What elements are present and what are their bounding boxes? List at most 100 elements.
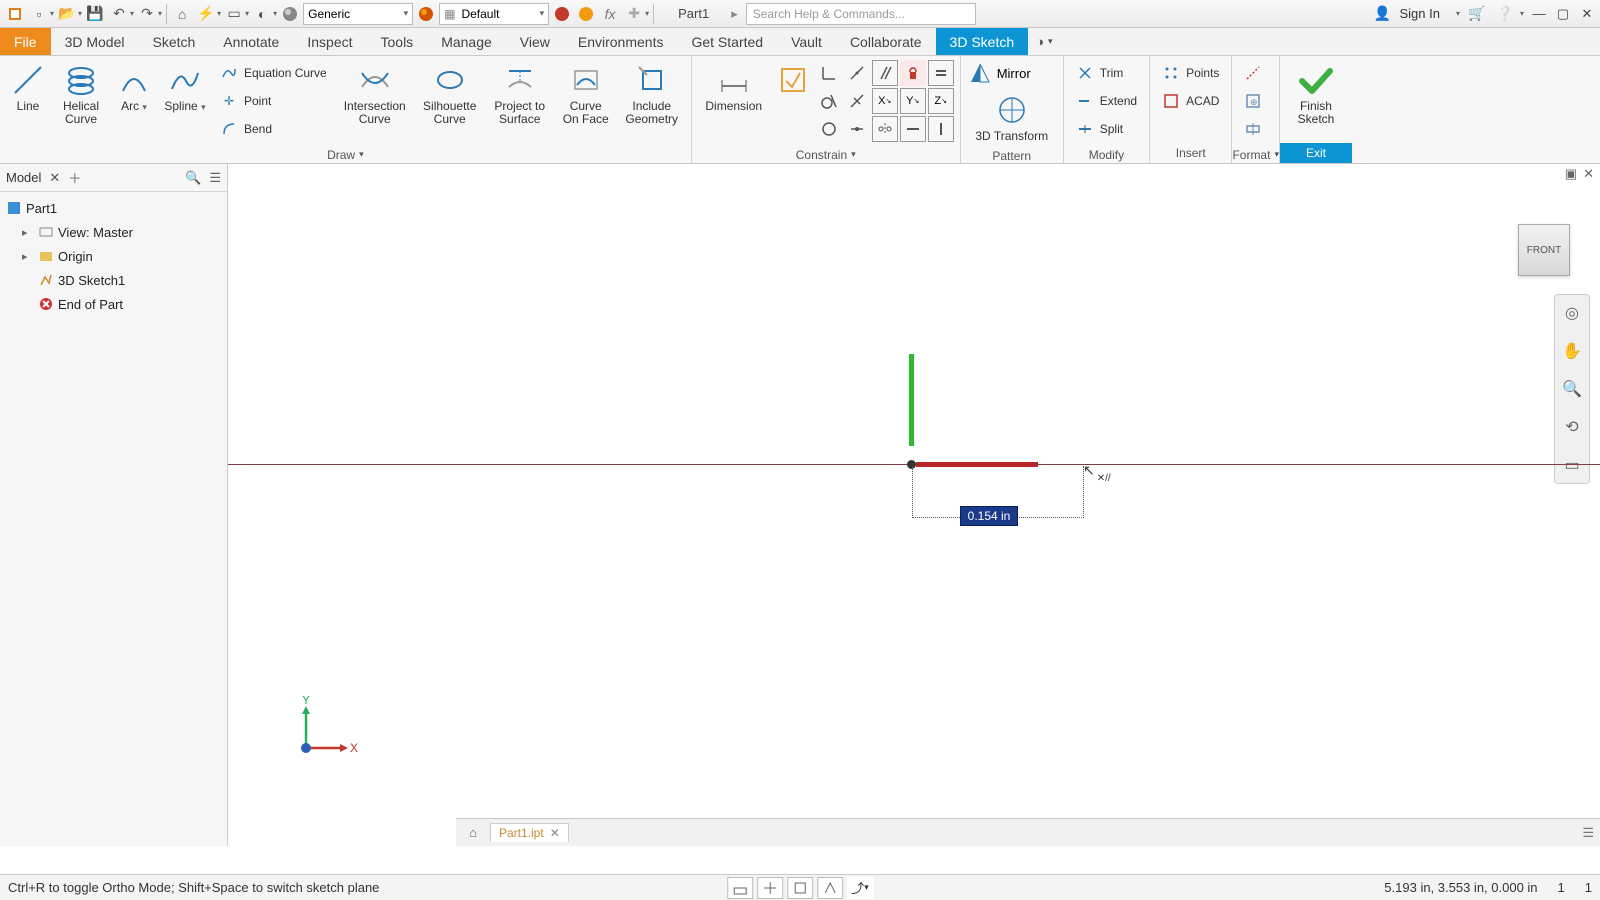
format-show-button[interactable] xyxy=(1238,116,1268,142)
tab-sketch[interactable]: Sketch xyxy=(138,28,209,55)
color-icon[interactable] xyxy=(551,3,573,25)
select-icon[interactable]: ▭ xyxy=(223,3,245,25)
ribbon-options-icon[interactable]: ◑ ▾ xyxy=(1036,28,1052,55)
tab-3dsketch[interactable]: 3D Sketch xyxy=(936,28,1029,55)
open-icon[interactable]: 📂 xyxy=(56,3,78,25)
perpendicular-icon[interactable] xyxy=(844,88,870,114)
curveface-button[interactable]: Curve On Face xyxy=(557,60,615,128)
helical-button[interactable]: Helical Curve xyxy=(54,60,108,128)
snap-toggle-5[interactable]: ⤴ ▾ xyxy=(847,877,873,899)
new-icon[interactable]: ▫ xyxy=(28,3,50,25)
vertical-icon[interactable] xyxy=(928,116,954,142)
tree-endofpart[interactable]: End of Part xyxy=(2,292,225,316)
update-icon[interactable]: ⚡ xyxy=(195,3,217,25)
undo-icon[interactable]: ↶ xyxy=(108,3,130,25)
construction-button[interactable] xyxy=(1238,60,1268,86)
nav-wheel-icon[interactable]: ◎ xyxy=(1560,301,1584,325)
centerline-button[interactable]: ⊕ xyxy=(1238,88,1268,114)
cart-icon[interactable]: 🛒 xyxy=(1466,3,1488,25)
snap-toggle-4[interactable] xyxy=(817,877,843,899)
close-window-icon[interactable]: ✕ xyxy=(1578,5,1596,23)
dimension-input[interactable]: 0.154 in xyxy=(960,506,1018,526)
save-icon[interactable]: 💾 xyxy=(84,3,106,25)
concentric-icon[interactable] xyxy=(844,116,870,142)
symmetric-icon[interactable] xyxy=(872,116,898,142)
tab-manage[interactable]: Manage xyxy=(427,28,506,55)
redo-icon[interactable]: ↷ xyxy=(136,3,158,25)
plus-icon[interactable]: ✚ xyxy=(623,3,645,25)
nav-orbit-icon[interactable]: ⟲ xyxy=(1560,415,1584,439)
tab-file[interactable]: File xyxy=(0,28,51,55)
smooth-icon[interactable] xyxy=(816,116,842,142)
tab-getstarted[interactable]: Get Started xyxy=(677,28,777,55)
doctab-menu-icon[interactable]: ☰ xyxy=(1582,825,1594,841)
nav-zoom-icon[interactable]: 🔍 xyxy=(1560,377,1584,401)
tree-root[interactable]: Part1 xyxy=(2,196,225,220)
silhouette-button[interactable]: Silhouette Curve xyxy=(417,60,483,128)
browser-add-icon[interactable]: ＋ xyxy=(68,168,81,187)
point-button[interactable]: ✛Point xyxy=(214,88,333,114)
tab-environments[interactable]: Environments xyxy=(564,28,678,55)
signin-link[interactable]: Sign In xyxy=(1399,6,1439,21)
onz-icon[interactable]: Z↘ xyxy=(928,88,954,114)
browser-search-icon[interactable]: 🔍 xyxy=(185,170,201,186)
tab-3dmodel[interactable]: 3D Model xyxy=(51,28,139,55)
help-icon[interactable]: ❔ xyxy=(1494,3,1516,25)
home-icon[interactable]: ⌂ xyxy=(171,3,193,25)
ony-icon[interactable]: Y↘ xyxy=(900,88,926,114)
equation-curve-button[interactable]: Equation Curve xyxy=(214,60,333,86)
collinear-icon[interactable] xyxy=(844,60,870,86)
appearance-icon[interactable] xyxy=(415,3,437,25)
viewcube[interactable]: FRONT xyxy=(1518,224,1570,276)
horizontal-icon[interactable] xyxy=(900,116,926,142)
tab-vault[interactable]: Vault xyxy=(777,28,836,55)
equal-icon[interactable] xyxy=(928,60,954,86)
tree-origin[interactable]: ▸Origin xyxy=(2,244,225,268)
tab-view[interactable]: View xyxy=(506,28,564,55)
dimension-button[interactable]: Dimension xyxy=(698,60,770,115)
snap-toggle-3[interactable] xyxy=(787,877,813,899)
tangent-icon[interactable] xyxy=(816,88,842,114)
snap-toggle-2[interactable] xyxy=(757,877,783,899)
material-combo[interactable]: Generic▾ xyxy=(303,3,413,25)
adjust-icon[interactable] xyxy=(575,3,597,25)
tab-annotate[interactable]: Annotate xyxy=(209,28,293,55)
spline-button[interactable]: Spline ▾ xyxy=(160,60,210,115)
canvas-close-icon[interactable]: ✕ xyxy=(1583,166,1594,182)
snap-toggle-1[interactable] xyxy=(727,877,753,899)
app-icon[interactable] xyxy=(4,3,26,25)
onx-icon[interactable]: X↘ xyxy=(872,88,898,114)
acad-button[interactable]: ACAD xyxy=(1156,88,1225,114)
user-icon[interactable]: 👤 xyxy=(1371,3,1393,25)
extend-button[interactable]: Extend xyxy=(1070,88,1143,114)
finish-sketch-button[interactable]: Finish Sketch xyxy=(1286,60,1346,128)
browser-close-icon[interactable]: ✕ xyxy=(49,170,60,186)
transform-button[interactable]: 3D Transform xyxy=(967,90,1057,145)
canvas-restore-icon[interactable]: ▣ xyxy=(1565,166,1577,182)
appearance-sphere-icon[interactable] xyxy=(279,3,301,25)
trim-button[interactable]: Trim xyxy=(1070,60,1143,86)
browser-menu-icon[interactable]: ☰ xyxy=(209,170,221,186)
tab-collaborate[interactable]: Collaborate xyxy=(836,28,936,55)
search-input[interactable]: Search Help & Commands... xyxy=(746,3,976,25)
arc-button[interactable]: Arc ▾ xyxy=(112,60,156,115)
include-button[interactable]: Include Geometry xyxy=(619,60,685,128)
split-button[interactable]: Split xyxy=(1070,116,1143,142)
points-button[interactable]: Points xyxy=(1156,60,1225,86)
doctab-close-icon[interactable]: ✕ xyxy=(550,826,560,840)
doctab-part1[interactable]: Part1.ipt✕ xyxy=(490,823,569,842)
fix-icon[interactable] xyxy=(900,60,926,86)
material-icon[interactable]: ◐ xyxy=(251,3,273,25)
appearance-combo[interactable]: ▦Default▾ xyxy=(439,3,549,25)
tab-inspect[interactable]: Inspect xyxy=(293,28,366,55)
tree-view[interactable]: ▸View: Master xyxy=(2,220,225,244)
line-button[interactable]: Line xyxy=(6,60,50,115)
parallel-icon[interactable] xyxy=(872,60,898,86)
coincident-icon[interactable] xyxy=(816,60,842,86)
bend-button[interactable]: Bend xyxy=(214,116,333,142)
nav-lookat-icon[interactable]: ▭ xyxy=(1560,453,1584,477)
fx-icon[interactable]: fx xyxy=(599,3,621,25)
intersection-button[interactable]: Intersection Curve xyxy=(337,60,413,128)
minimize-icon[interactable]: — xyxy=(1530,5,1548,23)
mirror-button[interactable]: Mirror xyxy=(967,60,1037,86)
